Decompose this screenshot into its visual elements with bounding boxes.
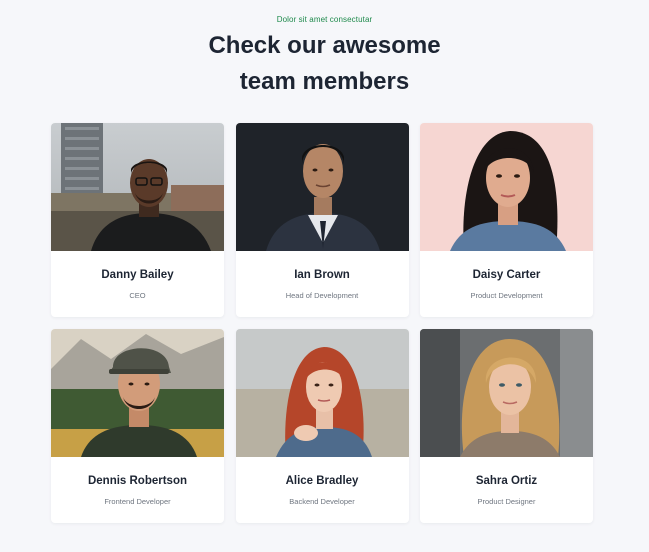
team-member-name: Alice Bradley: [285, 475, 359, 487]
team-member-name: Dennis Robertson: [87, 475, 188, 487]
team-member-name: Danny Bailey: [101, 269, 174, 281]
section-title-line-1: Check our awesome: [208, 32, 441, 59]
team-card: Alice Bradley Backend Developer: [235, 329, 409, 523]
team-member-photo: [51, 123, 224, 251]
team-member-photo: [420, 123, 593, 251]
team-member-photo: [235, 329, 409, 457]
team-card: Dennis Robertson Frontend Developer: [51, 329, 224, 523]
team-member-name: Ian Brown: [294, 269, 350, 281]
team-member-name: Daisy Carter: [472, 269, 541, 281]
team-member-role: CEO: [129, 291, 146, 300]
team-member-info: Daisy Carter Product Development: [420, 251, 593, 300]
team-member-info: Dennis Robertson Frontend Developer: [51, 457, 224, 506]
team-member-name: Sahra Ortiz: [475, 475, 538, 487]
section-eyebrow: Dolor sit amet consectutar: [276, 15, 373, 24]
team-member-role: Head of Development: [285, 291, 359, 300]
team-member-info: Ian Brown Head of Development: [236, 251, 409, 300]
team-card: Danny Bailey CEO: [51, 123, 224, 317]
team-member-info: Sahra Ortiz Product Designer: [420, 457, 593, 506]
team-member-photo: [51, 329, 224, 457]
team-card: Ian Brown Head of Development: [235, 123, 409, 317]
team-member-role: Product Designer: [477, 497, 536, 506]
team-member-role: Frontend Developer: [104, 497, 171, 506]
team-member-role: Product Development: [470, 291, 543, 300]
team-member-info: Alice Bradley Backend Developer: [236, 457, 409, 506]
section-title: Check our awesome team members: [0, 28, 649, 100]
team-grid: Danny Bailey CEO Ian Brown Head of Devel…: [51, 123, 593, 523]
section-title-line-2: team members: [239, 68, 410, 95]
team-card: Daisy Carter Product Development: [420, 123, 593, 317]
team-member-info: Danny Bailey CEO: [51, 251, 224, 300]
team-member-photo: [420, 329, 593, 457]
team-member-photo: [235, 123, 409, 251]
team-card: Sahra Ortiz Product Designer: [420, 329, 593, 523]
team-member-role: Backend Developer: [289, 497, 355, 506]
team-section: Dolor sit amet consectutar Check our awe…: [0, 0, 649, 552]
